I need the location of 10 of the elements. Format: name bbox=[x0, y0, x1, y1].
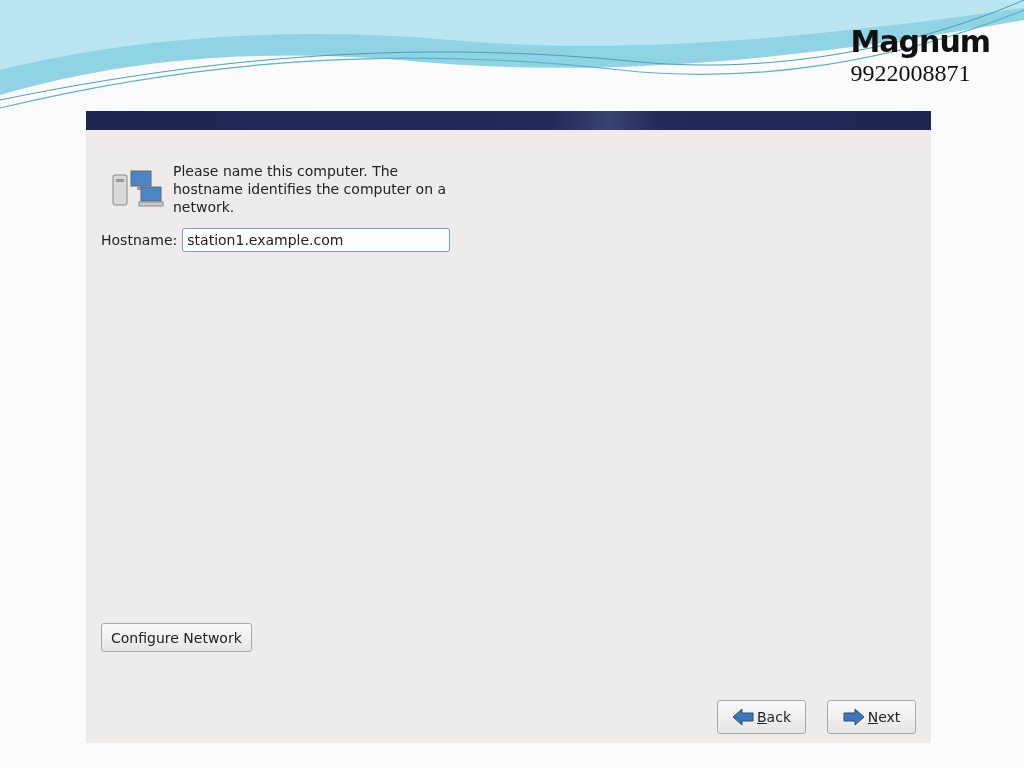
slide-subtitle: 9922008871 bbox=[850, 60, 971, 86]
next-button[interactable]: Next bbox=[827, 700, 916, 734]
right-arrow-icon bbox=[842, 708, 865, 726]
back-button[interactable]: Back bbox=[717, 700, 806, 734]
hostname-field[interactable]: station1.example.com bbox=[182, 228, 451, 252]
configure-network-button[interactable]: Configure Network bbox=[101, 623, 252, 652]
hostname-label: Hostname: bbox=[101, 232, 178, 248]
intro-text: Please name this computer. The hostname identifies the computer on a network. bbox=[173, 162, 448, 216]
left-arrow-icon bbox=[732, 708, 754, 726]
networked-computers-icon bbox=[111, 169, 165, 209]
